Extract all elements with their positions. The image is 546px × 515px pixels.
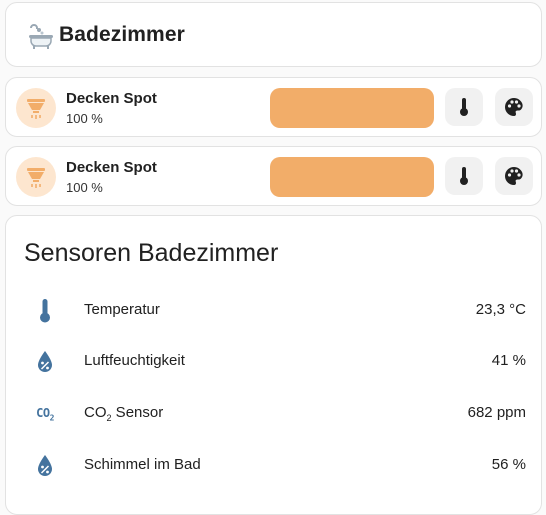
light-state: 100 %: [66, 180, 103, 195]
sensor-value: 56 %: [491, 456, 526, 473]
brightness-slider-fill: [270, 88, 434, 128]
area-header-card: Badezimmer: [5, 2, 542, 67]
area-title: Badezimmer: [59, 23, 185, 46]
water-percent-icon: [30, 452, 60, 480]
sensor-row-mold[interactable]: Schimmel im Bad 56 %: [6, 446, 543, 486]
brightness-slider-fill: [270, 157, 434, 197]
sensor-label: Temperatur: [84, 301, 160, 318]
light-row[interactable]: Decken Spot 100 %: [5, 77, 542, 137]
sensor-value: 41 %: [491, 352, 526, 369]
bathtub-icon: [27, 22, 55, 50]
thermometer-icon: [460, 98, 468, 116]
co2-icon: CO2: [30, 400, 60, 428]
palette-icon: [505, 98, 523, 116]
palette-icon: [505, 167, 523, 185]
sensor-label: Schimmel im Bad: [84, 456, 201, 473]
color-picker-button[interactable]: [495, 88, 533, 126]
sensor-row-humidity[interactable]: Luftfeuchtigkeit 41 %: [6, 342, 543, 382]
light-name: Decken Spot: [66, 90, 157, 107]
water-percent-icon: [30, 348, 60, 376]
color-picker-button[interactable]: [495, 157, 533, 195]
ceiling-spot-icon[interactable]: [16, 157, 56, 197]
light-state: 100 %: [66, 111, 103, 126]
sensor-value: 23,3 °C: [475, 301, 526, 318]
sensor-label-main: CO: [84, 404, 107, 421]
co2-icon-sub: 2: [49, 413, 55, 423]
sensor-row-temperature[interactable]: Temperatur 23,3 °C: [6, 291, 543, 331]
brightness-slider[interactable]: [270, 88, 434, 128]
ceiling-spot-icon[interactable]: [16, 88, 56, 128]
sensor-label: CO2 Sensor: [84, 404, 163, 423]
brightness-slider[interactable]: [270, 157, 434, 197]
sensor-label: Luftfeuchtigkeit: [84, 352, 185, 369]
color-temp-button[interactable]: [445, 88, 483, 126]
sensor-label-suffix: Sensor: [111, 404, 164, 421]
sensors-card-title: Sensoren Badezimmer: [24, 239, 279, 267]
co2-icon-text: CO: [36, 405, 50, 420]
color-temp-button[interactable]: [445, 157, 483, 195]
thermometer-icon: [460, 167, 468, 185]
sensors-card: Sensoren Badezimmer Temperatur 23,3 °C L…: [5, 215, 542, 515]
sensor-row-co2[interactable]: CO2 CO2 Sensor 682 ppm: [6, 394, 543, 434]
thermometer-icon: [30, 297, 60, 325]
light-name: Decken Spot: [66, 159, 157, 176]
light-row[interactable]: Decken Spot 100 %: [5, 146, 542, 206]
sensor-value: 682 ppm: [467, 404, 526, 421]
